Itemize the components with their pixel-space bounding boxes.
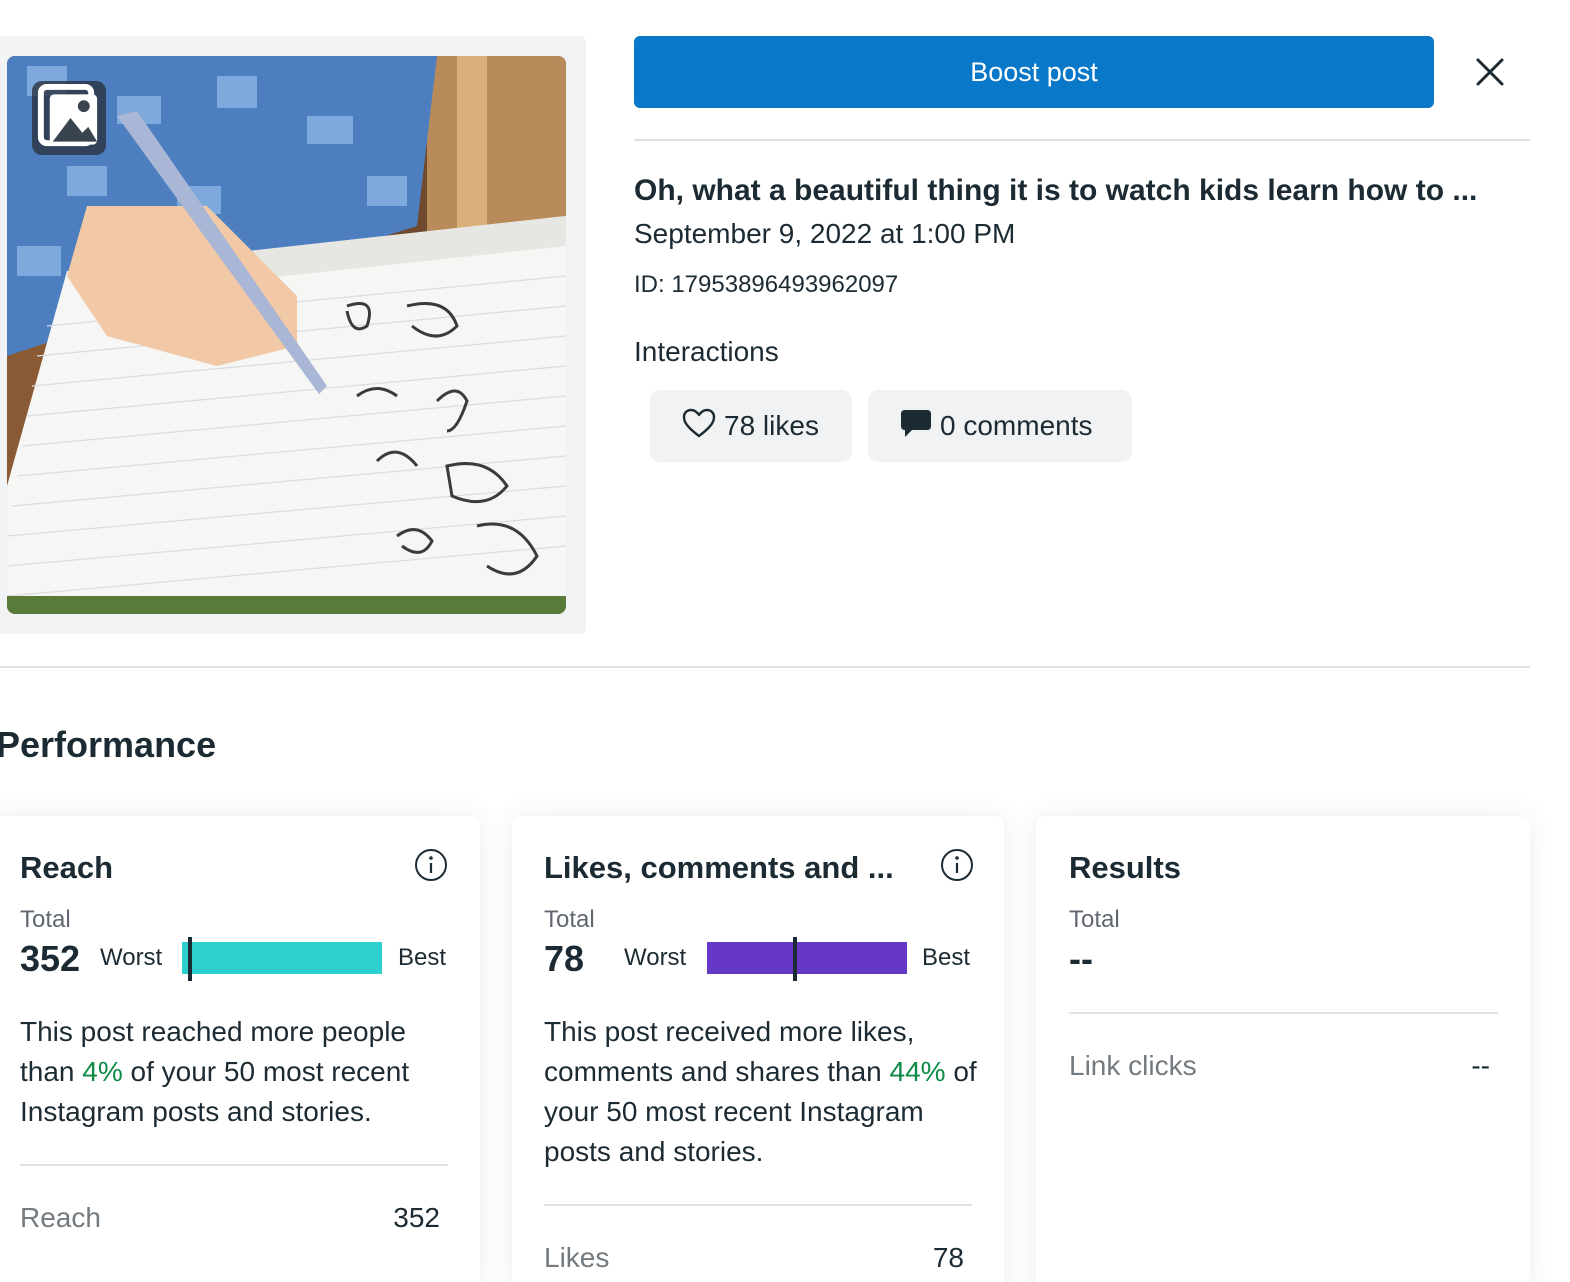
photo-gallery-icon xyxy=(32,81,106,155)
total-value: 78 xyxy=(544,938,585,979)
metric-label: Link clicks xyxy=(1069,1050,1197,1081)
section-divider xyxy=(0,666,1530,668)
metric-value: 78 xyxy=(932,1242,964,1273)
post-photo[interactable] xyxy=(7,56,566,614)
post-date: September 9, 2022 at 1:00 PM xyxy=(634,218,1016,249)
card-title: Reach xyxy=(20,850,114,885)
post-title: Oh, what a beautiful thing it is to watc… xyxy=(634,174,1478,207)
percentile-bar xyxy=(182,942,382,974)
comment-bubble-icon xyxy=(900,408,932,445)
post-id: ID: 17953896493962097 xyxy=(634,271,899,298)
info-icon[interactable] xyxy=(414,848,448,882)
close-icon[interactable] xyxy=(1470,52,1510,92)
performance-description: This post received more likes, comments … xyxy=(544,1012,984,1172)
metric-value: -- xyxy=(1471,1050,1490,1081)
likes-chip[interactable]: 78 likes xyxy=(650,390,852,462)
total-value: -- xyxy=(1069,938,1093,979)
percentile-bar xyxy=(707,942,907,974)
card-divider xyxy=(544,1204,972,1206)
likes-count: 78 likes xyxy=(724,410,819,441)
worst-label: Worst xyxy=(100,944,163,971)
percentile-marker xyxy=(188,937,192,981)
engagement-card: Likes, comments and ... Total 78 Worst B… xyxy=(512,816,1004,1282)
total-label: Total xyxy=(1069,906,1120,933)
comments-count: 0 comments xyxy=(940,410,1093,441)
worst-label: Worst xyxy=(624,944,687,971)
card-title: Likes, comments and ... xyxy=(544,850,894,885)
percentile-marker xyxy=(793,937,797,981)
description-text: This post received more likes, comments … xyxy=(544,1016,915,1087)
performance-description: This post reached more people than 4% of… xyxy=(20,1012,460,1132)
total-label: Total xyxy=(20,906,71,933)
percentile-value: 4% xyxy=(82,1056,123,1087)
metric-label: Likes xyxy=(544,1242,610,1273)
total-label: Total xyxy=(544,906,595,933)
reach-card: Reach Total 352 Worst Best This post rea… xyxy=(0,816,480,1282)
card-divider xyxy=(1069,1012,1498,1014)
heart-icon xyxy=(682,408,716,445)
best-label: Best xyxy=(398,944,447,971)
percentile-value: 44% xyxy=(889,1056,946,1087)
header-divider xyxy=(634,139,1530,141)
comments-chip[interactable]: 0 comments xyxy=(868,390,1132,462)
card-title: Results xyxy=(1069,850,1181,885)
metric-label: Reach xyxy=(20,1202,101,1233)
interactions-heading: Interactions xyxy=(634,336,779,367)
card-divider xyxy=(20,1164,448,1166)
post-media-panel xyxy=(0,36,586,634)
info-icon[interactable] xyxy=(940,848,974,882)
total-value: 352 xyxy=(20,938,81,979)
results-card: Results Total -- Link clicks -- xyxy=(1036,816,1530,1282)
performance-heading: Performance xyxy=(0,724,217,765)
best-label: Best xyxy=(922,944,971,971)
metric-value: 352 xyxy=(393,1202,440,1233)
boost-post-button[interactable]: Boost post xyxy=(634,36,1434,108)
